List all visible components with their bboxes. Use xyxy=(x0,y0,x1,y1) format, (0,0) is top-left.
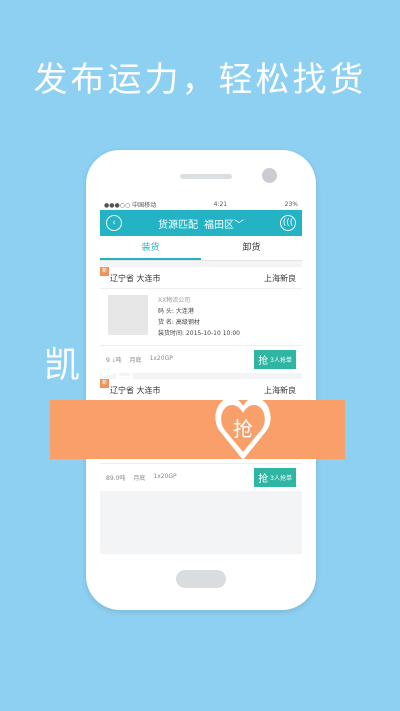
tab-load[interactable]: 装货 xyxy=(100,236,201,260)
grab-label: 抢 xyxy=(258,474,269,485)
grab-button[interactable]: 抢 3人抢单 xyxy=(254,468,296,487)
nav-bar: ‹ 货源匹配 福田区﹀ ((( xyxy=(100,210,302,236)
orange-banner xyxy=(50,400,345,459)
container-label: 1x20GP xyxy=(149,355,173,362)
info-line: 码 头: 大连港 xyxy=(158,308,194,315)
nav-title: 货源匹配 xyxy=(158,219,198,231)
chevron-down-icon: ﹀ xyxy=(234,219,244,231)
cargo-thumbnail xyxy=(108,295,148,335)
weight-label: 89.0吨 xyxy=(106,475,126,482)
heart-icon: 抢 xyxy=(215,398,271,460)
overlay-text: 凯 站 xyxy=(44,345,140,386)
company-label: XX物流公司 xyxy=(158,297,191,304)
date-label: 月底 xyxy=(133,475,146,482)
info-line: 装货时间: 2015-10-10 10:00 xyxy=(158,330,240,337)
grab-button[interactable]: 抢 3人抢单 xyxy=(254,350,296,369)
status-bar: ●●●○○ 中国移动 4:21 23% xyxy=(100,198,302,210)
home-button[interactable] xyxy=(176,570,226,588)
info-line: 货 名: 高级钢材 xyxy=(158,319,200,326)
signal-icon[interactable]: ((( xyxy=(280,215,296,231)
carrier-label: ●●●○○ 中国移动 xyxy=(104,201,157,209)
grab-count: 3人抢单 xyxy=(270,475,292,482)
destination-label: 上海新良 xyxy=(264,274,296,283)
grab-count: 3人抢单 xyxy=(270,357,292,364)
headline: 发布运力，轻松找货 xyxy=(33,60,367,100)
tab-unload[interactable]: 卸货 xyxy=(201,236,302,260)
tab-bar: 装货 卸货 xyxy=(100,236,302,261)
origin-label: 辽宁省 大连市 xyxy=(110,274,161,283)
heart-label: 抢 xyxy=(233,417,253,441)
district-label: 福田区 xyxy=(204,219,234,231)
clock: 4:21 xyxy=(213,200,228,208)
phone-camera xyxy=(262,168,277,183)
grab-label: 抢 xyxy=(258,356,269,367)
container-label: 1x20GP xyxy=(153,473,177,480)
battery-label: 23% xyxy=(284,200,298,208)
new-badge: 新 xyxy=(100,267,109,276)
phone-speaker xyxy=(180,174,232,179)
back-icon[interactable]: ‹ xyxy=(106,215,122,231)
district-selector[interactable]: 福田区﹀ xyxy=(204,216,244,231)
